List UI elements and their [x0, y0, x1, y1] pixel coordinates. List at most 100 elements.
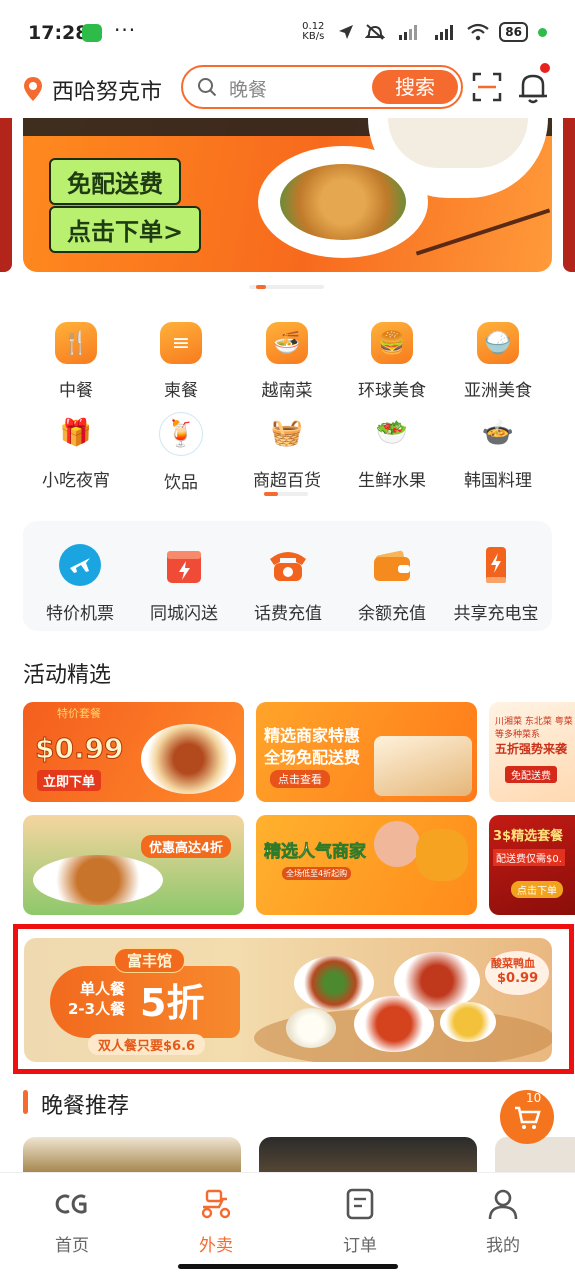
search-input[interactable]: 晚餐 — [229, 75, 267, 102]
card-line: 等多种菜系 — [495, 730, 541, 740]
flash-box-icon — [162, 543, 206, 587]
category-khmer[interactable]: ≡ 柬餐 — [131, 322, 231, 401]
category-korean[interactable]: 🍲 韩国料理 — [448, 412, 548, 491]
card-price: $0.99 — [35, 732, 125, 766]
category-page-indicator — [264, 492, 308, 496]
tab-orders[interactable]: 订单 — [300, 1187, 420, 1256]
korean-bowl-icon: 🍲 — [477, 412, 519, 454]
status-right: 0.12 KB/s 86 — [299, 22, 547, 42]
tab-home[interactable]: 首页 — [12, 1187, 132, 1256]
dish-meatballs-image — [354, 996, 434, 1052]
service-power-bank[interactable]: 共享充电宝 — [444, 543, 548, 624]
service-label: 话费充值 — [254, 604, 322, 624]
wallet-icon — [370, 543, 414, 587]
recommend-card-image-1[interactable] — [23, 1137, 241, 1177]
activity-card-cuisines[interactable]: 川湘菜 东北菜 粤菜 等多种菜系 五折强势来袭 免配送费 — [489, 702, 575, 802]
service-label: 共享充电宝 — [453, 604, 539, 624]
dish-tofu-image — [286, 1008, 336, 1048]
meal-type-group: 2-3人餐 — [68, 1000, 126, 1018]
dish-price: $0.99 — [497, 971, 539, 986]
location-pin-icon[interactable] — [22, 76, 44, 102]
category-label: 商超百货 — [253, 471, 321, 491]
service-balance-topup[interactable]: 余额充值 — [340, 543, 444, 624]
location-arrow-icon — [339, 25, 354, 39]
featured-restaurant-banner[interactable]: 富丰馆 单人餐 2-3人餐 5折 双人餐只要$6.6 酸菜鸭血 $0.99 — [24, 938, 552, 1062]
category-fresh-fruit[interactable]: 🥗 生鲜水果 — [342, 412, 442, 491]
system-home-indicator[interactable] — [178, 1264, 398, 1269]
wifi-icon — [467, 23, 489, 41]
search-icon — [198, 78, 217, 97]
recommend-card-image-2[interactable] — [259, 1137, 477, 1177]
scan-icon[interactable] — [472, 72, 502, 102]
service-flash-delivery[interactable]: 同城闪送 — [132, 543, 236, 624]
card-line: 全场免配送费 — [264, 748, 361, 767]
card-cta: 点击下单 — [511, 881, 563, 898]
category-active-dot — [264, 492, 278, 496]
cart-count-badge: 10 — [526, 1091, 542, 1105]
category-label: 中餐 — [59, 381, 93, 401]
service-phone-topup[interactable]: 话费充值 — [236, 543, 340, 624]
card-line: 精选商家特惠 — [264, 726, 361, 745]
notification-bell-icon[interactable] — [515, 70, 551, 106]
service-label: 特价机票 — [46, 604, 114, 624]
tab-label: 订单 — [343, 1236, 377, 1256]
brand-name: 富丰馆 — [114, 948, 186, 973]
category-chinese[interactable]: 🍴 中餐 — [26, 322, 126, 401]
dish-name: 酸菜鸭血 — [491, 957, 535, 970]
snack-bag-icon: 🎁 — [55, 412, 97, 454]
activity-card-set-meal[interactable]: 3$精选套餐 配送费仅需$0. 点击下单 — [489, 815, 575, 915]
wechat-notification-icon — [82, 24, 102, 42]
food-tray-image — [374, 736, 472, 796]
activity-card-discount[interactable]: 优惠高达4折 — [23, 815, 244, 915]
chopsticks-image — [415, 208, 551, 256]
category-vietnamese[interactable]: 🍜 越南菜 — [237, 322, 337, 401]
person-avatar-image — [374, 821, 420, 867]
shopping-basket-icon: 🧺 — [266, 412, 308, 454]
status-bar: 17:28 ··· 0.12 KB/s 86 — [0, 0, 575, 66]
service-flight[interactable]: 特价机票 — [28, 543, 132, 624]
dish-stirfry-image — [294, 956, 374, 1010]
category-supermarket[interactable]: 🧺 商超百货 — [237, 412, 337, 491]
user-icon — [488, 1189, 518, 1220]
rice-bowl-icon: 🍚 — [477, 322, 519, 364]
meal-type-single: 单人餐 — [80, 980, 126, 998]
category-global[interactable]: 🍔 环球美食 — [342, 322, 442, 401]
category-label: 柬餐 — [164, 381, 198, 401]
banner-prev-peek[interactable] — [0, 118, 12, 272]
section-accent-bar — [23, 1090, 28, 1114]
category-snacks[interactable]: 🎁 小吃夜宵 — [26, 412, 126, 491]
tab-label: 首页 — [55, 1236, 89, 1256]
bowl-lines-icon: ≡ — [160, 322, 202, 364]
search-button[interactable]: 搜索 — [372, 70, 458, 104]
category-asian[interactable]: 🍚 亚洲美食 — [448, 322, 548, 401]
drink-cup-icon: 🍹 — [159, 412, 203, 456]
category-label: 小吃夜宵 — [42, 471, 110, 491]
service-label: 同城闪送 — [150, 604, 218, 624]
food-dish-image — [141, 724, 236, 794]
order-list-icon — [346, 1188, 374, 1220]
card-cta: 免配送费 — [505, 766, 557, 783]
search-bar[interactable]: 晚餐 搜索 — [181, 65, 463, 109]
banner-active-dot — [256, 285, 266, 289]
card-cta: 点击查看 — [270, 770, 330, 788]
delivery-scooter-icon — [201, 1189, 231, 1219]
activity-card-merchant-deals[interactable]: 精选商家特惠 全场免配送费 点击查看 — [256, 702, 477, 802]
dish-price-tag: 酸菜鸭血 $0.99 — [484, 950, 550, 996]
fork-spoon-icon: 🍴 — [55, 322, 97, 364]
status-time: 17:28 — [28, 22, 89, 44]
activity-card-special-meal[interactable]: 特价套餐 $0.99 立即下单 — [23, 702, 244, 802]
tab-delivery[interactable]: 外卖 — [156, 1187, 276, 1256]
dish-egg-image — [440, 1002, 496, 1042]
city-selector[interactable]: 西哈努克市 — [52, 74, 162, 106]
tab-profile[interactable]: 我的 — [443, 1187, 563, 1256]
category-label: 韩国料理 — [464, 471, 532, 491]
card-line: 优惠高达4折 — [141, 835, 232, 858]
category-drinks[interactable]: 🍹 饮品 — [131, 412, 231, 493]
activity-card-popular[interactable]: 精选人气商家 全场低至4折起购 — [256, 815, 477, 915]
banner-next-peek[interactable] — [563, 118, 575, 272]
card-line: 精选人气商家 — [264, 842, 367, 863]
top-promo-banner[interactable]: 免配送费 点击下单> — [23, 118, 552, 272]
card-line: 配送费仅需$0. — [493, 849, 565, 866]
recommend-card-image-3[interactable] — [495, 1137, 575, 1177]
category-label: 饮品 — [164, 473, 198, 493]
